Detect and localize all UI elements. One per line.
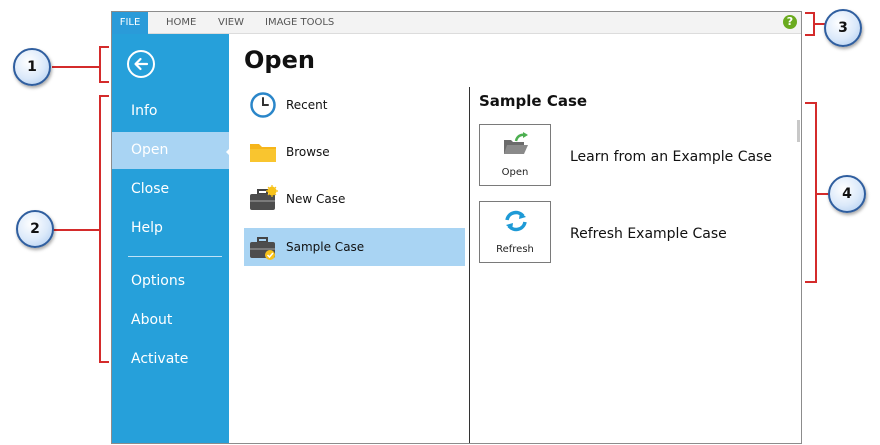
- tab-view[interactable]: VIEW: [218, 12, 244, 34]
- option-sample-case[interactable]: Sample Case: [244, 228, 465, 266]
- callout-3-badge: 3: [824, 9, 862, 47]
- callout-2-bracket: [99, 95, 109, 363]
- open-button-label: Open: [501, 167, 529, 178]
- refresh-sample-button[interactable]: Refresh: [479, 201, 551, 263]
- sidebar-item-close[interactable]: Close: [112, 171, 229, 208]
- option-recent[interactable]: Recent: [244, 86, 465, 124]
- open-sample-button[interactable]: Open: [479, 124, 551, 186]
- back-arrow-icon[interactable]: [127, 50, 155, 78]
- callout-1-bracket: [99, 46, 109, 83]
- refresh-icon: [505, 210, 527, 232]
- back-arrow-glyph: [134, 57, 149, 71]
- option-new-case[interactable]: New Case: [244, 180, 465, 218]
- panel-title: Sample Case: [479, 92, 588, 110]
- refresh-sample-description: Refresh Example Case: [570, 226, 727, 242]
- callout-4-badge: 4: [828, 175, 866, 213]
- open-sample-description: Learn from an Example Case: [570, 149, 772, 165]
- clock-icon: [250, 92, 276, 118]
- sidebar-item-activate[interactable]: Activate: [112, 341, 229, 378]
- briefcase-sample-icon: [250, 237, 275, 260]
- active-item-pointer: [226, 146, 232, 158]
- option-label: Browse: [286, 145, 330, 159]
- sidebar-item-info[interactable]: Info: [112, 93, 229, 130]
- callout-1-connector: [52, 66, 100, 68]
- callout-1-badge: 1: [13, 48, 51, 86]
- sidebar-item-options[interactable]: Options: [112, 263, 229, 300]
- briefcase-new-icon: [250, 185, 278, 210]
- tab-home[interactable]: HOME: [166, 12, 196, 34]
- option-browse[interactable]: Browse: [244, 133, 465, 171]
- callout-2-connector: [52, 229, 100, 231]
- panel-divider: [469, 87, 470, 443]
- callout-2-badge: 2: [16, 210, 54, 248]
- tab-file[interactable]: FILE: [112, 12, 148, 34]
- sidebar-item-help[interactable]: Help: [112, 210, 229, 247]
- option-label: Recent: [286, 98, 328, 112]
- refresh-button-label: Refresh: [496, 244, 534, 255]
- option-label: Sample Case: [286, 240, 365, 254]
- app-window: FILE HOME VIEW IMAGE TOOLS ? Info Open C…: [111, 11, 802, 444]
- open-folder-icon: [504, 132, 528, 154]
- sidebar-item-about[interactable]: About: [112, 302, 229, 339]
- tab-image-tools[interactable]: IMAGE TOOLS: [265, 12, 334, 34]
- help-icon[interactable]: ?: [783, 15, 797, 29]
- option-label: New Case: [286, 192, 346, 206]
- scrollbar-thumb[interactable]: [797, 120, 800, 142]
- backstage-sidebar: Info Open Close Help Options About Activ…: [112, 34, 229, 443]
- page-title: Open: [244, 46, 315, 74]
- sidebar-item-open[interactable]: Open: [112, 132, 229, 169]
- sidebar-divider: [128, 256, 222, 257]
- folder-icon: [250, 144, 276, 162]
- ribbon-bar: FILE HOME VIEW IMAGE TOOLS ?: [112, 12, 801, 34]
